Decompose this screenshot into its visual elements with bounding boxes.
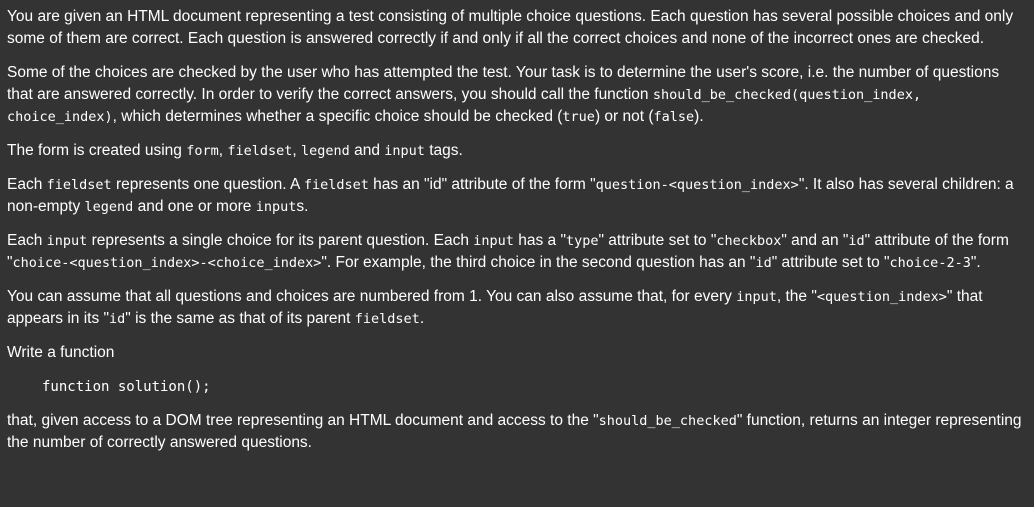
task-description: You are given an HTML document represent… bbox=[0, 0, 1034, 454]
paragraph-write-function: Write a function bbox=[7, 344, 115, 361]
inline-code: input bbox=[255, 199, 297, 215]
inline-code: fieldset bbox=[46, 177, 112, 193]
inline-code: form bbox=[186, 143, 219, 159]
inline-code: <question_index> bbox=[816, 289, 947, 305]
paragraph-task: Some of the choices are checked by the u… bbox=[7, 64, 1000, 125]
paragraph-assumptions: You can assume that all questions and ch… bbox=[7, 288, 983, 327]
inline-code: id bbox=[755, 255, 772, 271]
paragraph-input: Each input represents a single choice fo… bbox=[7, 232, 1009, 271]
inline-code: fieldset bbox=[227, 143, 293, 159]
inline-code: input bbox=[46, 233, 88, 249]
inline-code: question-<question_index> bbox=[595, 177, 799, 193]
inline-code: choice-2-3 bbox=[889, 255, 971, 271]
paragraph-fieldset: Each fieldset represents one question. A… bbox=[7, 176, 1014, 215]
paragraph-form-tags: The form is created using form, fieldset… bbox=[7, 142, 463, 159]
inline-code: fieldset bbox=[303, 177, 369, 193]
inline-code: id bbox=[848, 233, 865, 249]
paragraph-return: that, given access to a DOM tree represe… bbox=[7, 412, 1022, 451]
inline-code: legend bbox=[84, 199, 134, 215]
inline-code: false bbox=[653, 109, 695, 125]
inline-code: choice-<question_index>-<choice_index> bbox=[12, 255, 322, 271]
inline-code: should_be_checked bbox=[598, 413, 737, 429]
inline-code: fieldset bbox=[354, 311, 420, 327]
paragraph-intro: You are given an HTML document represent… bbox=[7, 8, 1014, 47]
inline-code: id bbox=[109, 311, 126, 327]
inline-code: checkbox bbox=[716, 233, 782, 249]
function-signature-code: function solution(); bbox=[42, 379, 211, 395]
inline-code: type bbox=[565, 233, 599, 249]
inline-code: input bbox=[473, 233, 514, 249]
inline-code: input bbox=[384, 143, 425, 159]
inline-code: legend bbox=[301, 143, 350, 159]
inline-code: input bbox=[736, 289, 777, 305]
inline-code: true bbox=[562, 109, 595, 125]
